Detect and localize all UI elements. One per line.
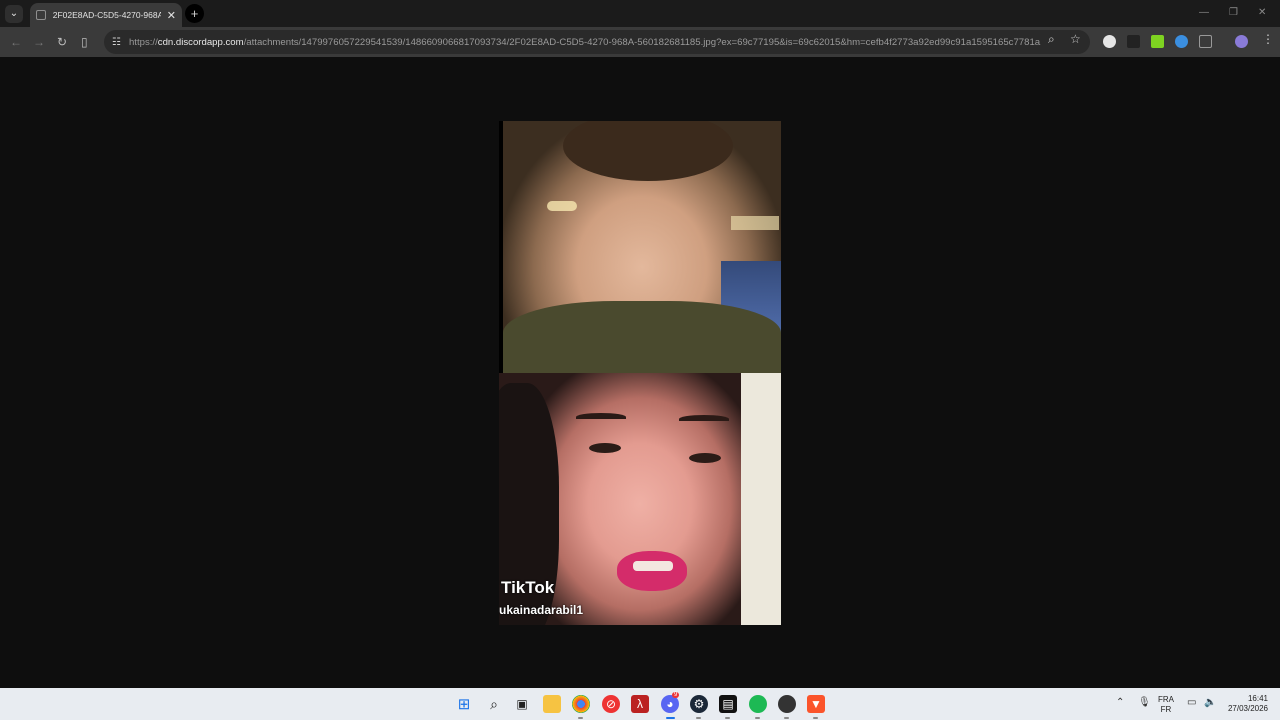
bookmark-star-icon[interactable]: ☆: [1070, 32, 1081, 46]
address-bar[interactable]: ☷ https://cdn.discordapp.com/attachments…: [104, 30, 1090, 54]
start-windows-icon[interactable]: ⊞: [455, 695, 473, 713]
extension-icon[interactable]: [1175, 35, 1188, 48]
volume-icon[interactable]: 🔈: [1204, 697, 1216, 708]
new-tab-button[interactable]: +: [185, 4, 204, 23]
page-favicon-icon: [36, 10, 46, 20]
reload-icon[interactable]: ↻: [57, 35, 67, 49]
chevron-up-icon[interactable]: ⌃: [1116, 697, 1124, 708]
minimize-icon[interactable]: —: [1199, 7, 1209, 18]
url-path: /attachments/1479976057229541539/1486609…: [243, 36, 1041, 48]
tab-strip: ⌄ 2F02E8AD-C5D5-4270-968A-5 ✕ + — ❐ ✕: [0, 0, 1280, 27]
url-text[interactable]: https://cdn.discordapp.com/attachments/1…: [129, 37, 1041, 48]
back-icon[interactable]: ←: [10, 35, 22, 49]
chevron-down-icon: ⌄: [9, 8, 19, 19]
video-call-bottom-person: TikTok ukainadarabil1: [499, 373, 781, 625]
discord-badge: 9: [672, 692, 680, 698]
profile-avatar[interactable]: [1235, 35, 1248, 48]
browser-toolbar: ← → ↻ ▯ ☷ https://cdn.discordapp.com/att…: [0, 27, 1280, 57]
tab-active[interactable]: 2F02E8AD-C5D5-4270-968A-5 ✕: [30, 3, 182, 27]
language-indicator[interactable]: FRA FR: [1158, 695, 1174, 715]
sidebar-icon[interactable]: ▯: [81, 35, 88, 49]
task-view-icon[interactable]: ▣: [513, 695, 531, 713]
tab-search-button[interactable]: ⌄: [5, 4, 23, 23]
epic-icon[interactable]: ▤: [719, 695, 737, 713]
video-call-top-person: [503, 121, 781, 373]
zoom-icon[interactable]: ⌕: [1048, 32, 1055, 47]
url-prefix: https://: [128, 36, 158, 48]
page-viewport: TikTok ukainadarabil1: [0, 57, 1280, 688]
menu-dots-icon[interactable]: ⋮: [1262, 32, 1274, 46]
brave-icon[interactable]: ▼: [807, 695, 825, 713]
tiktok-watermark: TikTok: [501, 578, 555, 597]
file-explorer-icon[interactable]: [543, 695, 561, 713]
extension-icon[interactable]: [1151, 35, 1164, 48]
maximize-icon[interactable]: ❐: [1229, 7, 1238, 18]
extension-icon[interactable]: [1103, 35, 1116, 48]
system-clock[interactable]: 16:41 27/03/2026: [1222, 694, 1268, 714]
extensions-puzzle-icon[interactable]: [1199, 35, 1212, 48]
spotify-icon[interactable]: [749, 695, 767, 713]
network-icon[interactable]: ▭: [1187, 697, 1196, 708]
forward-icon[interactable]: →: [33, 35, 45, 49]
acrobat-icon[interactable]: λ: [631, 695, 649, 713]
app-icon[interactable]: ⊘: [602, 695, 620, 713]
url-host: cdn.discordapp.com: [157, 36, 244, 48]
search-icon[interactable]: ⌕: [485, 695, 503, 713]
steam-icon[interactable]: ⚙: [690, 695, 708, 713]
app-icon[interactable]: [778, 695, 796, 713]
window-close-icon[interactable]: ✕: [1258, 7, 1266, 18]
site-info-icon[interactable]: ☷: [112, 37, 121, 48]
chrome-icon[interactable]: [572, 695, 590, 713]
tab-title: 2F02E8AD-C5D5-4270-968A-5: [52, 10, 161, 20]
microphone-icon[interactable]: 🎙: [1138, 697, 1151, 708]
taskbar: ⊞ ⌕ ▣ ⊘ λ ◕ 9 ⚙ ▤ ▼ ⌃ 🎙 FRA FR ▭ 🔈 16:41…: [0, 688, 1280, 720]
extension-icon[interactable]: [1127, 35, 1140, 48]
tiktok-username: ukainadarabil1: [499, 603, 584, 617]
tab-close-button[interactable]: ✕: [167, 9, 176, 22]
displayed-image[interactable]: TikTok ukainadarabil1: [499, 121, 781, 625]
